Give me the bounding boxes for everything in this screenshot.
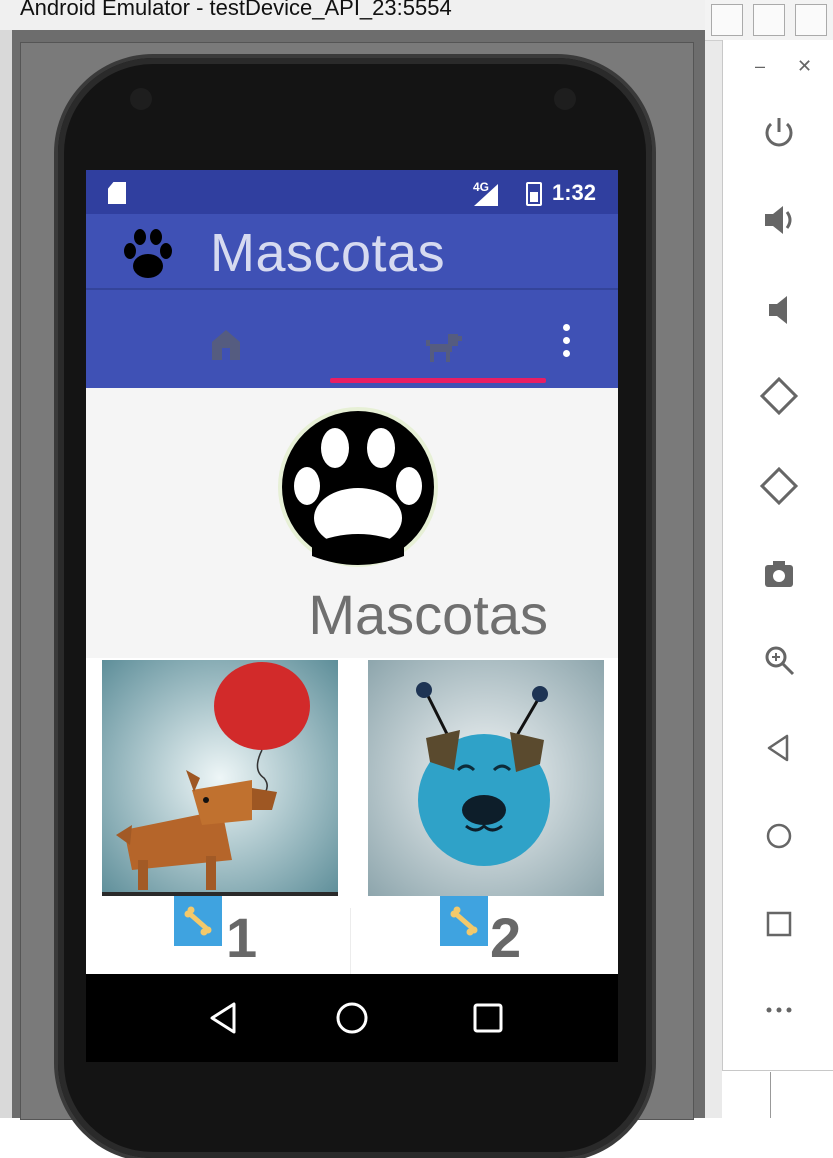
close-button[interactable]: ✕ (797, 56, 812, 77)
network-type: 4G (473, 180, 490, 194)
tab-pets[interactable] (404, 304, 484, 384)
nav-overview-icon[interactable] (466, 996, 510, 1040)
app-bar-divider (86, 288, 618, 290)
bone-icon (450, 906, 478, 936)
paw-logo-icon (124, 229, 172, 278)
background-window-tabs (705, 0, 833, 41)
emulator-toolbar: – ✕ (722, 40, 833, 1071)
back-icon[interactable] (757, 726, 801, 770)
home-icon[interactable] (757, 814, 801, 858)
camera-icon[interactable] (757, 552, 801, 596)
tab-indicator (330, 378, 546, 383)
more-icon[interactable] (757, 988, 801, 1032)
rotate-right-icon[interactable] (757, 464, 801, 508)
pet-rating-1: 1 (226, 906, 258, 969)
rate-button-1[interactable] (174, 896, 222, 946)
overview-icon[interactable] (757, 902, 801, 946)
sd-card-icon (108, 182, 126, 204)
window-title: Android Emulator - testDevice_API_23:555… (0, 0, 720, 30)
front-sensor (130, 88, 152, 110)
android-nav-bar (86, 974, 618, 1062)
profile-name: Mascotas (308, 583, 548, 646)
rate-button-2[interactable] (440, 896, 488, 946)
overflow-menu-button[interactable] (556, 324, 576, 368)
rotate-left-icon[interactable] (757, 374, 801, 418)
dog-balloon-image (102, 660, 338, 896)
pet-rating-2: 2 (490, 906, 522, 969)
status-clock: 1:32 (552, 180, 597, 205)
background-window-corner (770, 1072, 833, 1118)
device-screen: 4G 1:32 Mascotas Mascotas 1 2 (86, 170, 618, 1062)
home-icon (212, 330, 240, 360)
zoom-icon[interactable] (757, 638, 801, 682)
nav-back-icon[interactable] (202, 996, 246, 1040)
app-bar: Mascotas (86, 214, 618, 388)
dog-icon (426, 334, 462, 362)
tab-home[interactable] (186, 304, 266, 384)
app-title: Mascotas (210, 223, 446, 283)
window-gap (705, 0, 722, 1118)
bone-icon (184, 906, 212, 936)
volume-down-icon[interactable] (757, 288, 801, 332)
pet-photo-2[interactable] (368, 660, 604, 896)
front-camera (554, 88, 576, 110)
pet-photo-1[interactable] (102, 660, 338, 896)
battery-icon (526, 182, 542, 206)
nav-home-icon[interactable] (330, 996, 374, 1040)
power-icon[interactable] (757, 110, 801, 154)
minimize-button[interactable]: – (755, 56, 765, 77)
status-bar: 4G 1:32 (86, 170, 618, 214)
blue-dog-image (368, 660, 604, 896)
profile-avatar (278, 407, 438, 567)
volume-up-icon[interactable] (757, 198, 801, 242)
